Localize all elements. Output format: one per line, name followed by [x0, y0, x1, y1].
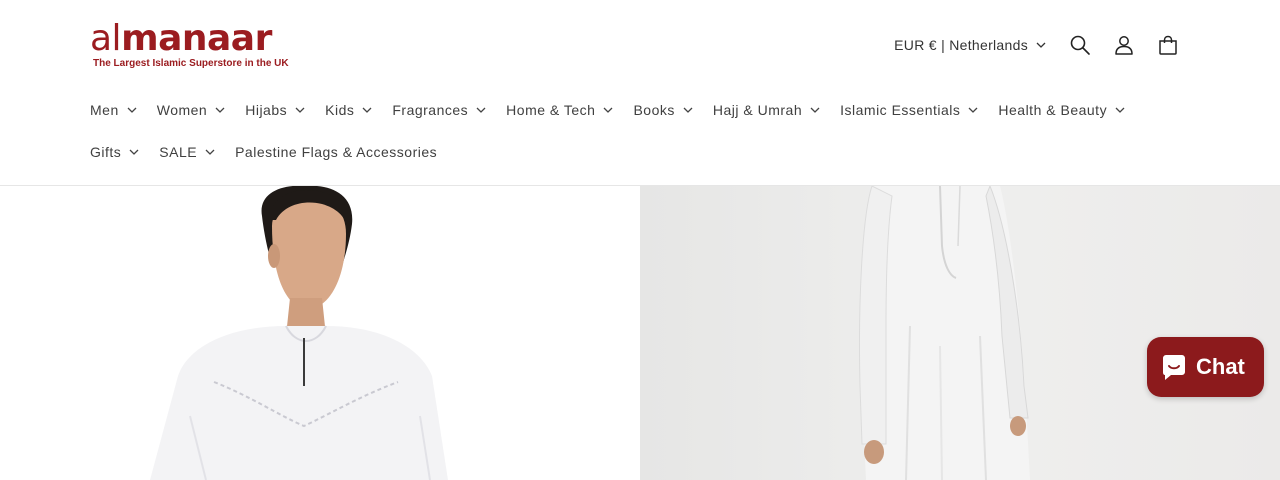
nav-item-label: Hijabs	[245, 102, 288, 118]
nav-item-hajj-umrah[interactable]: Hajj & Umrah	[713, 94, 820, 126]
nav-item-palestine-flags[interactable]: Palestine Flags & Accessories	[235, 136, 437, 168]
chevron-down-icon	[362, 107, 372, 113]
chevron-down-icon	[476, 107, 486, 113]
nav-item-hijabs[interactable]: Hijabs	[245, 94, 305, 126]
nav-item-home-tech[interactable]: Home & Tech	[506, 94, 613, 126]
site-header: almanaar The Largest Islamic Superstore …	[0, 0, 1280, 186]
chevron-down-icon	[205, 149, 215, 155]
account-button[interactable]	[1102, 23, 1146, 67]
hero-image-right[interactable]	[640, 186, 1280, 480]
nav-item-label: Books	[633, 102, 675, 118]
model-in-thobe-image	[0, 186, 640, 480]
chevron-down-icon	[603, 107, 613, 113]
chat-bubble-icon	[1163, 355, 1185, 380]
nav-item-label: Hajj & Umrah	[712, 102, 803, 118]
chevron-down-icon	[1036, 42, 1046, 48]
chevron-down-icon	[810, 107, 820, 113]
chevron-down-icon	[129, 149, 139, 155]
logo-part-manaar: manaar	[121, 18, 272, 59]
nav-item-label: Islamic Essentials	[840, 102, 961, 118]
search-icon	[1070, 35, 1090, 55]
chevron-down-icon	[968, 107, 978, 113]
nav-item-label: Health & Beauty	[998, 102, 1108, 118]
chevron-down-icon	[295, 107, 305, 113]
chat-button[interactable]: Chat	[1147, 337, 1264, 397]
cart-icon	[1159, 35, 1177, 55]
nav-item-books[interactable]: Books	[633, 94, 693, 126]
hero-banner	[0, 186, 1280, 480]
nav-item-islamic-essentials[interactable]: Islamic Essentials	[840, 94, 978, 126]
chevron-down-icon	[683, 107, 693, 113]
nav-item-women[interactable]: Women	[157, 94, 225, 126]
nav-item-label: Gifts	[90, 144, 122, 160]
site-logo[interactable]: almanaar The Largest Islamic Superstore …	[90, 20, 290, 72]
nav-item-label: SALE	[159, 144, 198, 160]
chat-label: Chat	[1196, 354, 1245, 379]
nav-item-health-beauty[interactable]: Health & Beauty	[998, 94, 1125, 126]
nav-item-kids[interactable]: Kids	[325, 94, 372, 126]
nav-item-fragrances[interactable]: Fragrances	[392, 94, 486, 126]
country-selector-label: EUR € | Netherlands	[894, 37, 1028, 53]
main-navigation: Men Women Hijabs Kids Fragrances Home & …	[90, 94, 1200, 178]
nav-item-label: Fragrances	[392, 102, 469, 118]
search-button[interactable]	[1058, 23, 1102, 67]
chevron-down-icon	[127, 107, 137, 113]
country-selector[interactable]: EUR € | Netherlands	[894, 37, 1046, 53]
nav-item-gifts[interactable]: Gifts	[90, 136, 139, 168]
logo-part-al: al	[90, 18, 122, 59]
cart-button[interactable]	[1146, 23, 1190, 67]
nav-item-label: Home & Tech	[506, 102, 596, 118]
nav-item-label: Women	[156, 102, 208, 118]
nav-item-label: Palestine Flags & Accessories	[235, 144, 438, 160]
chevron-down-icon	[215, 107, 225, 113]
account-icon	[1115, 36, 1133, 55]
logo-tagline: The Largest Islamic Superstore in the UK	[93, 58, 289, 69]
nav-item-sale[interactable]: SALE	[159, 136, 215, 168]
logo-wordmark: almanaar	[90, 20, 290, 58]
hero-image-left[interactable]	[0, 186, 640, 480]
nav-item-label: Men	[90, 102, 119, 118]
nav-item-label: Kids	[325, 102, 355, 118]
header-utilities: EUR € | Netherlands	[894, 26, 1190, 64]
nav-item-men[interactable]: Men	[90, 94, 137, 126]
model-in-white-thobe-image	[640, 186, 1280, 480]
chevron-down-icon	[1115, 107, 1125, 113]
